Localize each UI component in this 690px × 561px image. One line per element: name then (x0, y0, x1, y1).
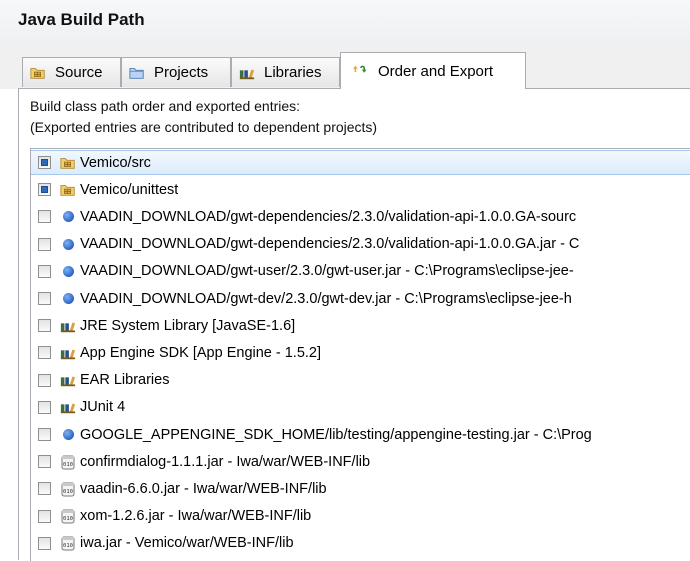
tab-order-and-export[interactable]: Order and Export (340, 52, 526, 89)
list-item[interactable]: VAADIN_DOWNLOAD/gwt-dependencies/2.3.0/v… (31, 204, 690, 229)
jar-icon: 010 (60, 481, 76, 497)
list-item[interactable]: 010 confirmdialog-1.1.1.jar - Iwa/war/WEB… (31, 449, 690, 474)
export-checkbox[interactable] (38, 346, 51, 360)
svg-text:010: 010 (63, 516, 73, 522)
entry-label: App Engine SDK [App Engine - 1.5.2] (80, 344, 322, 361)
list-item[interactable]: Vemico/src (31, 150, 690, 175)
export-checkbox[interactable] (38, 264, 51, 278)
list-item[interactable]: 010 iwa.jar - Vemico/war/WEB-INF/lib (31, 531, 690, 556)
list-item[interactable]: VAADIN_DOWNLOAD/gwt-dev/2.3.0/gwt-dev.ja… (31, 286, 690, 311)
entry-label: vaadin-6.6.0.jar - Iwa/war/WEB-INF/lib (80, 480, 327, 497)
export-checkbox[interactable] (38, 319, 51, 333)
export-checkbox[interactable] (38, 237, 51, 251)
library-icon (60, 372, 76, 388)
page-title: Java Build Path (18, 10, 145, 29)
tab-source-label: Source (55, 64, 103, 81)
entry-label: VAADIN_DOWNLOAD/gwt-dev/2.3.0/gwt-dev.ja… (80, 290, 572, 307)
entry-label: xom-1.2.6.jar - Iwa/war/WEB-INF/lib (80, 508, 312, 525)
entry-label: VAADIN_DOWNLOAD/gwt-dependencies/2.3.0/v… (80, 208, 577, 225)
export-checkbox[interactable] (38, 156, 51, 169)
list-item[interactable]: JUnit 4 (31, 395, 690, 420)
entry-label: Vemico/src (80, 154, 151, 171)
classpath-entries-list[interactable]: Vemico/src Vemico/unittest VAADIN_DOWNLOAD… (30, 148, 690, 561)
order-export-icon (353, 63, 369, 79)
export-checkbox[interactable] (38, 482, 51, 496)
svg-text:010: 010 (63, 462, 73, 468)
entry-label: VAADIN_DOWNLOAD/gwt-user/2.3.0/gwt-user.… (80, 263, 574, 280)
projects-icon (129, 65, 145, 81)
list-item[interactable]: Vemico/unittest (31, 177, 690, 202)
classpath-variable-icon (60, 263, 76, 279)
entry-label: iwa.jar - Vemico/war/WEB-INF/lib (80, 535, 294, 552)
tab-projects-label: Projects (154, 64, 209, 81)
export-checkbox[interactable] (38, 292, 51, 305)
library-icon (60, 399, 76, 415)
list-item[interactable]: VAADIN_DOWNLOAD/gwt-user/2.3.0/gwt-user.… (31, 259, 690, 284)
entry-label: JRE System Library [JavaSE-1.6] (80, 317, 296, 334)
svg-text:010: 010 (63, 489, 73, 495)
classpath-variable-icon (60, 209, 76, 225)
tab-libraries[interactable]: Libraries (231, 57, 340, 87)
entry-label: GOOGLE_APPENGINE_SDK_HOME/lib/testing/ap… (80, 426, 592, 443)
jar-icon: 010 (60, 508, 76, 524)
svg-text:010: 010 (63, 543, 73, 549)
classpath-variable-icon (60, 427, 76, 443)
tab-bar: Source Projects Libraries Order and Expo… (0, 44, 690, 89)
export-checkbox[interactable] (38, 536, 51, 550)
jar-icon: 010 (60, 535, 76, 551)
library-icon (60, 318, 76, 334)
source-folder-icon (30, 65, 46, 81)
entry-label: EAR Libraries (80, 372, 170, 389)
tab-libraries-label: Libraries (264, 64, 322, 81)
classpath-variable-icon (60, 291, 76, 307)
entry-label: Vemico/unittest (80, 181, 179, 198)
dialog-header: Java Build Path (0, 0, 690, 45)
library-icon (60, 345, 76, 361)
export-checkbox[interactable] (38, 509, 51, 523)
description-line-1: Build class path order and exported entr… (30, 98, 301, 114)
tab-projects[interactable]: Projects (121, 57, 231, 87)
list-item[interactable]: App Engine SDK [App Engine - 1.5.2] (31, 340, 690, 365)
export-checkbox[interactable] (38, 373, 51, 387)
list-item[interactable]: 010 xom-1.2.6.jar - Iwa/war/WEB-INF/lib (31, 504, 690, 529)
description-line-2: (Exported entries are contributed to dep… (30, 119, 378, 135)
entry-label: confirmdialog-1.1.1.jar - Iwa/war/WEB-IN… (80, 453, 371, 470)
list-item[interactable]: 010 vaadin-6.6.0.jar - Iwa/war/WEB-INF/li… (31, 476, 690, 501)
source-folder-icon (60, 182, 76, 198)
entry-label: JUnit 4 (80, 399, 126, 416)
export-checkbox[interactable] (38, 400, 51, 414)
list-item[interactable]: VAADIN_DOWNLOAD/gwt-dependencies/2.3.0/v… (31, 232, 690, 257)
list-item[interactable]: EAR Libraries (31, 368, 690, 393)
list-item[interactable]: GOOGLE_APPENGINE_SDK_HOME/lib/testing/ap… (31, 422, 690, 447)
export-checkbox[interactable] (38, 210, 51, 224)
jar-icon: 010 (60, 454, 76, 470)
classpath-variable-icon (60, 236, 76, 252)
export-checkbox[interactable] (38, 183, 51, 197)
libraries-icon (239, 65, 255, 81)
tab-order-and-export-label: Order and Export (378, 62, 494, 80)
export-checkbox[interactable] (38, 455, 51, 469)
export-checkbox[interactable] (38, 428, 51, 441)
list-item[interactable]: JRE System Library [JavaSE-1.6] (31, 313, 690, 338)
source-folder-icon (60, 155, 76, 171)
tab-source[interactable]: Source (22, 57, 121, 87)
entry-label: VAADIN_DOWNLOAD/gwt-dependencies/2.3.0/v… (80, 236, 580, 253)
